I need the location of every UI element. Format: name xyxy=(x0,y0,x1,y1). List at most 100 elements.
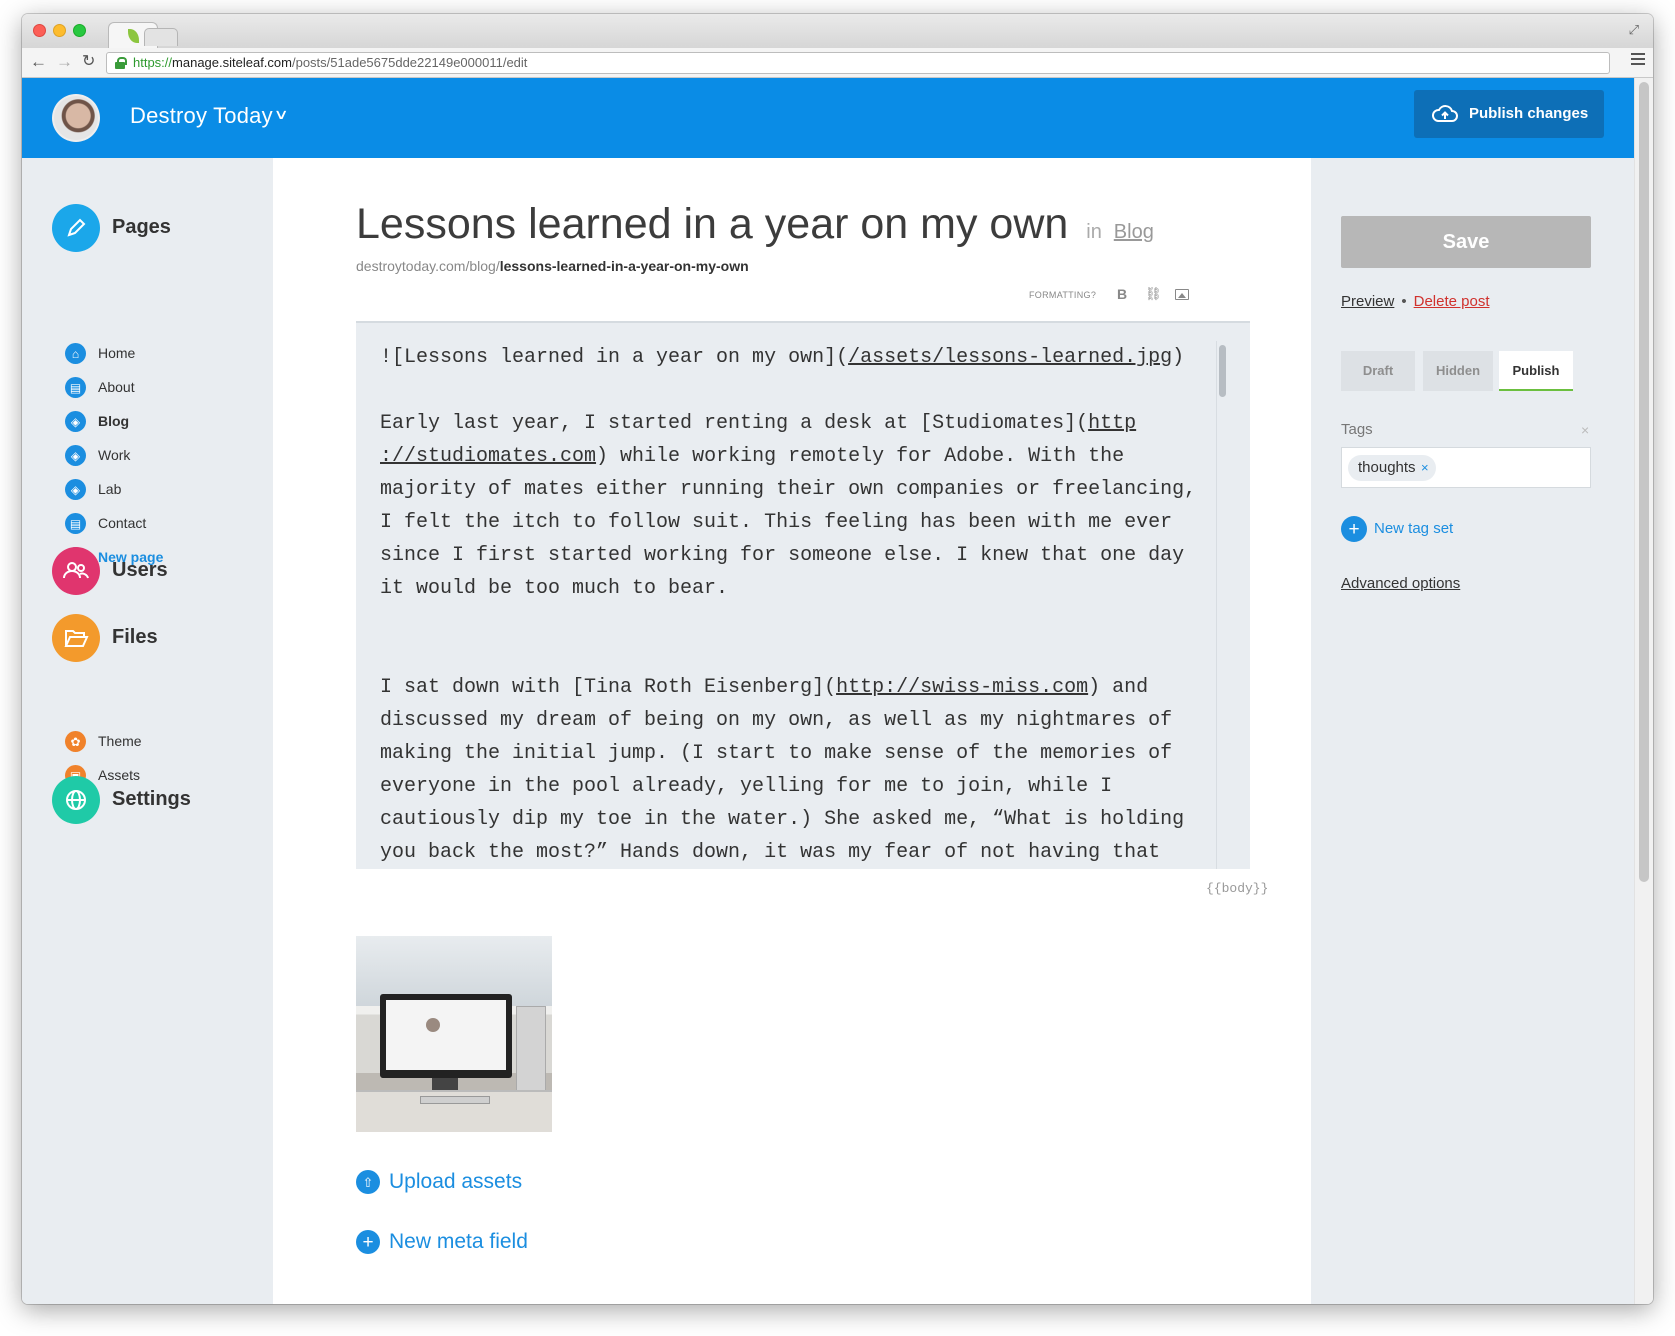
page-title[interactable]: Lessons learned in a year on my own in B… xyxy=(356,200,1154,249)
delete-post-link[interactable]: Delete post xyxy=(1414,293,1490,310)
post-in-label: in xyxy=(1086,221,1102,243)
url-host: manage.siteleaf.com xyxy=(172,55,292,70)
preview-link[interactable]: Preview xyxy=(1341,293,1394,310)
tags-input[interactable]: thoughts × xyxy=(1341,447,1591,488)
status-draft[interactable]: Draft xyxy=(1341,351,1415,391)
publish-changes-button[interactable]: Publish changes xyxy=(1414,90,1604,138)
browser-window: ⤢ ← → ↻ https://manage.siteleaf.com/post… xyxy=(22,14,1653,1304)
site-name[interactable]: Destroy Today xyxy=(130,103,273,129)
lock-icon xyxy=(115,57,127,69)
siteleaf-app: Destroy Today ∨ Publish changes Pages ⌂ … xyxy=(22,78,1653,1304)
pages-title: Pages xyxy=(112,216,171,238)
body-link: /assets/lessons-learned.jpg xyxy=(848,346,1173,369)
body-text-segment: ) xyxy=(1172,346,1185,369)
avatar[interactable] xyxy=(52,94,100,142)
forward-arrow-icon[interactable]: → xyxy=(56,52,73,72)
sidebar-item-label: Contact xyxy=(98,515,147,531)
asset-thumbnail[interactable] xyxy=(356,936,552,1132)
tag-chip: thoughts × xyxy=(1348,455,1436,481)
globe-icon xyxy=(52,776,100,824)
separator-dot: • xyxy=(1401,293,1407,310)
status-hidden[interactable]: Hidden xyxy=(1423,351,1493,391)
editor-scrollbar[interactable] xyxy=(1216,341,1226,869)
image-insert-icon[interactable] xyxy=(1175,289,1189,300)
sidebar-item-label: Assets xyxy=(98,767,141,783)
post-settings-panel: Save Preview • Delete post Draft Hidden Pu… xyxy=(1311,158,1634,1304)
post-url: destroytoday.com/blog/lessons-learned-in… xyxy=(356,258,749,274)
tags-label: Tags xyxy=(1341,421,1373,438)
users-title: Users xyxy=(112,559,168,581)
stack-icon: ◈ xyxy=(65,445,86,466)
body-textarea[interactable]: ![Lessons learned in a year on my own](/… xyxy=(356,321,1250,869)
body-text-segment: ) while working remotely for Adobe. With… xyxy=(380,445,1209,600)
settings-title: Settings xyxy=(112,788,191,810)
post-section-link[interactable]: Blog xyxy=(1114,221,1154,243)
link-icon[interactable]: ⛓ xyxy=(1145,286,1162,302)
window-maximize-button[interactable] xyxy=(73,24,86,37)
formatting-toolbar: FORMATTING? B ⛓ xyxy=(1029,286,1197,306)
post-url-base: destroytoday.com/blog/ xyxy=(356,258,500,274)
users-icon xyxy=(52,547,100,595)
page-scroll-thumb[interactable] xyxy=(1639,82,1649,882)
url-path: /posts/51ade5675dde22149e000011/edit xyxy=(291,55,528,70)
body-text-segment: ![Lessons learned in a year on my own]( xyxy=(380,346,849,369)
save-button[interactable]: Save xyxy=(1341,216,1591,268)
post-slug[interactable]: lessons-learned-in-a-year-on-my-own xyxy=(500,258,749,274)
sidebar-item-label: Home xyxy=(98,345,136,361)
pencil-icon xyxy=(52,204,100,252)
plus-icon: + xyxy=(1341,516,1367,542)
editor-scroll-thumb[interactable] xyxy=(1219,345,1226,397)
files-title: Files xyxy=(112,626,158,648)
upload-assets-label: Upload assets xyxy=(389,1170,523,1193)
sidebar: Pages ⌂ Home ▤ About ◈ Blog ◈ Work ◈ Lab xyxy=(22,158,273,1304)
publish-changes-label: Publish changes xyxy=(1469,105,1589,122)
fullscreen-icon[interactable]: ⤢ xyxy=(1629,22,1639,38)
body-link: http://swiss-miss.com xyxy=(836,676,1089,699)
status-publish[interactable]: Publish xyxy=(1499,351,1573,391)
document-icon: ▤ xyxy=(65,513,86,534)
document-icon: ▤ xyxy=(65,377,86,398)
sidebar-item-label: Lab xyxy=(98,481,122,497)
post-actions: Preview • Delete post xyxy=(1341,293,1490,310)
chevron-down-icon[interactable]: ∨ xyxy=(273,106,288,123)
siteleaf-leaf-icon xyxy=(128,29,139,43)
formatting-help-link[interactable]: FORMATTING? xyxy=(1029,290,1096,300)
sidebar-item-label: About xyxy=(98,379,135,395)
advanced-options-link[interactable]: Advanced options xyxy=(1341,575,1460,592)
body-text-segment: I sat down with [Tina Roth Eisenberg]( xyxy=(380,676,837,699)
stack-icon: ◈ xyxy=(65,479,86,500)
cloud-upload-icon xyxy=(1432,105,1458,122)
sidebar-item-label: Blog xyxy=(98,413,130,429)
app-header: Destroy Today ∨ Publish changes xyxy=(22,78,1634,158)
palette-icon: ✿ xyxy=(65,731,86,752)
page-scrollbar[interactable] xyxy=(1634,78,1653,1304)
browser-titlebar: ⤢ xyxy=(22,14,1653,48)
plus-icon: + xyxy=(356,1230,380,1254)
body-field-hint: {{body}} xyxy=(1206,881,1269,896)
stack-icon: ◈ xyxy=(65,411,86,432)
url-scheme: https:// xyxy=(133,55,173,70)
back-arrow-icon[interactable]: ← xyxy=(30,52,47,72)
browser-toolbar: ← → ↻ https://manage.siteleaf.com/posts/… xyxy=(22,48,1653,78)
folder-icon xyxy=(52,614,100,662)
browser-menu-icon[interactable] xyxy=(1631,53,1645,65)
new-meta-field-label: New meta field xyxy=(389,1230,528,1253)
body-text-segment: ) and discussed my dream of being on my … xyxy=(380,676,1197,864)
bold-icon[interactable]: B xyxy=(1117,286,1127,302)
reload-icon[interactable]: ↻ xyxy=(82,52,95,72)
window-close-button[interactable] xyxy=(33,24,46,37)
address-bar[interactable]: https://manage.siteleaf.com/posts/51ade5… xyxy=(106,52,1610,74)
remove-tag-icon[interactable]: × xyxy=(1421,455,1429,481)
upload-icon: ⇧ xyxy=(356,1170,380,1194)
window-minimize-button[interactable] xyxy=(53,24,66,37)
body-text-segment: Early last year, I started renting a des… xyxy=(380,412,1089,435)
remove-tagset-icon[interactable]: × xyxy=(1581,422,1589,438)
post-editor: Lessons learned in a year on my own in B… xyxy=(273,158,1311,1304)
tag-label: thoughts xyxy=(1358,459,1416,476)
body-text: ![Lessons learned in a year on my own](/… xyxy=(380,341,1200,869)
home-icon: ⌂ xyxy=(65,343,86,364)
sidebar-item-label: Theme xyxy=(98,733,142,749)
post-title-text: Lessons learned in a year on my own xyxy=(356,200,1069,248)
sidebar-item-label: Work xyxy=(98,447,131,463)
new-tab-button[interactable] xyxy=(144,28,178,46)
